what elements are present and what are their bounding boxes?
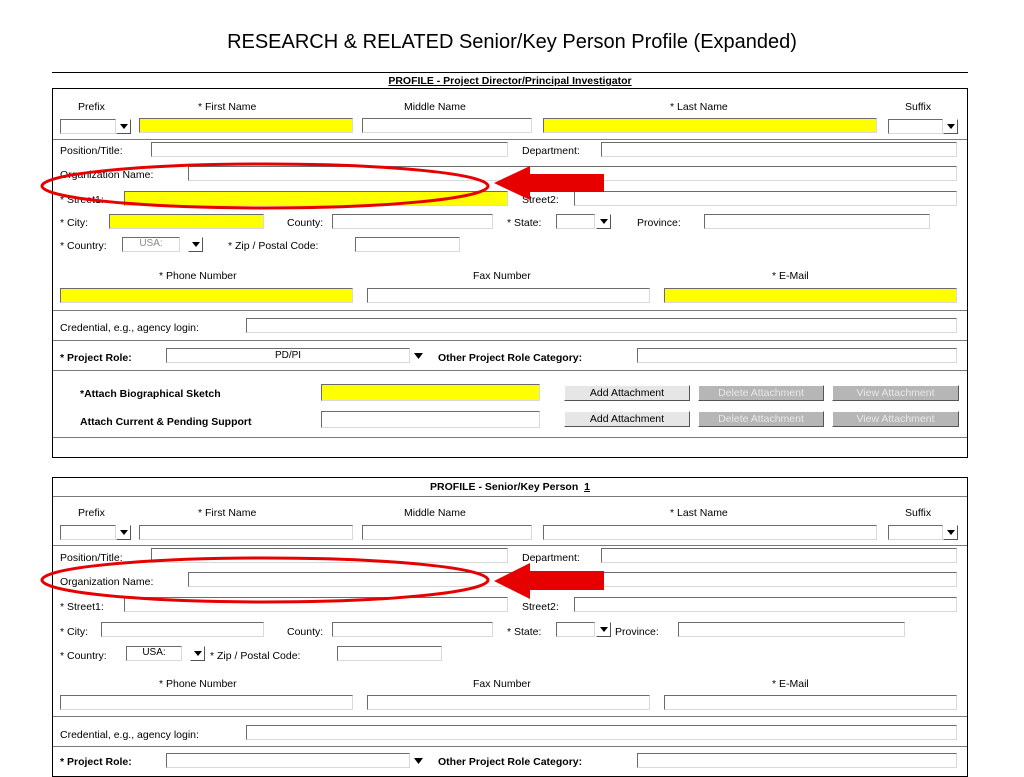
arrow-icon-sk — [494, 563, 604, 599]
annotation-overlay — [40, 162, 604, 604]
highlight-ellipse-sk — [40, 556, 490, 604]
arrow-icon-pd — [494, 166, 604, 200]
highlight-ellipse-pd — [40, 162, 490, 210]
